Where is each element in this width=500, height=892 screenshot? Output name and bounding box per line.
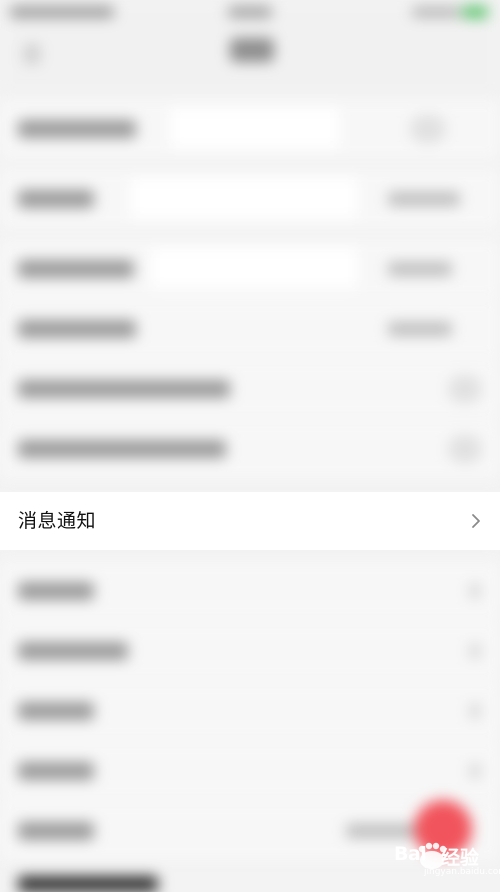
status-time <box>228 6 272 18</box>
settings-row[interactable] <box>0 622 500 680</box>
chevron-right-icon <box>470 704 480 718</box>
chevron-right-icon <box>470 644 480 658</box>
row-label <box>18 320 136 338</box>
chevron-right-icon <box>470 584 480 598</box>
settings-row[interactable] <box>0 300 500 358</box>
message-notification-label: 消息通知 <box>18 510 97 532</box>
page-title <box>230 38 274 62</box>
row-toggle[interactable] <box>410 115 446 143</box>
back-icon[interactable] <box>24 44 40 64</box>
row-highlight <box>170 108 340 148</box>
row-label <box>18 822 94 840</box>
blurred-background <box>0 0 500 892</box>
row-highlight <box>150 248 358 288</box>
watermark-brand: Bai <box>394 843 427 865</box>
row-value <box>388 192 460 206</box>
row-label <box>18 380 230 398</box>
settings-row[interactable] <box>0 360 500 418</box>
chevron-right-icon <box>470 764 480 778</box>
settings-row[interactable] <box>0 240 500 298</box>
row-value <box>388 322 452 336</box>
row-label <box>18 642 128 660</box>
row-label <box>18 582 94 600</box>
settings-row[interactable] <box>0 420 500 478</box>
row-toggle[interactable] <box>448 375 482 403</box>
chevron-right-icon <box>472 514 480 528</box>
nav-bar <box>0 26 500 96</box>
carrier-info <box>10 6 114 18</box>
row-value <box>388 262 452 276</box>
settings-row[interactable] <box>0 562 500 620</box>
watermark-url: jingyan.baidu.com <box>424 867 500 877</box>
row-label <box>18 762 94 780</box>
settings-row[interactable] <box>0 682 500 740</box>
battery-icon <box>462 6 488 18</box>
settings-row[interactable] <box>0 742 500 800</box>
row-label <box>18 440 226 458</box>
status-bar <box>0 0 500 26</box>
bottom-item <box>18 876 158 892</box>
settings-row[interactable] <box>0 170 500 228</box>
row-highlight <box>130 178 358 218</box>
row-toggle[interactable] <box>448 435 482 463</box>
watermark-brand-suffix: 经验 <box>441 847 480 869</box>
settings-row[interactable] <box>0 100 500 158</box>
row-label <box>18 190 94 208</box>
row-label <box>18 702 94 720</box>
row-label <box>18 260 134 278</box>
row-label <box>18 120 136 138</box>
message-notification-row[interactable]: 消息通知 <box>0 492 500 550</box>
status-icons <box>412 7 460 17</box>
